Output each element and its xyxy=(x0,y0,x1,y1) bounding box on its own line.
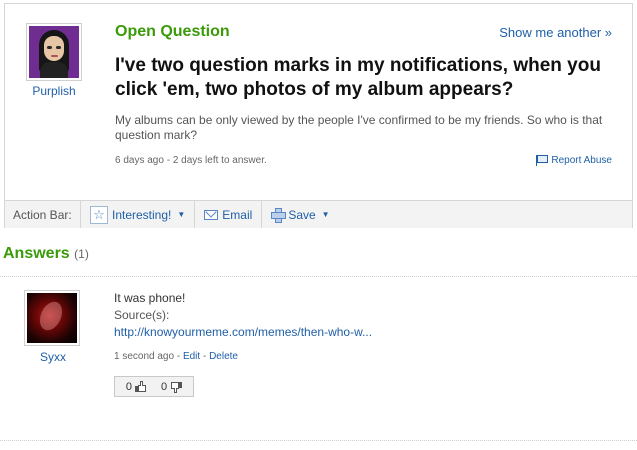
thumbs-up-count: 0 xyxy=(125,380,132,393)
avatar-eye-left xyxy=(47,46,52,49)
answer-source-link[interactable]: http://knowyourmeme.com/memes/then-who-w… xyxy=(114,325,372,339)
divider xyxy=(0,440,637,441)
answers-heading: Answers (1) xyxy=(3,245,89,263)
email-label: Email xyxy=(222,207,253,222)
star-icon: ☆ xyxy=(90,205,108,224)
question-type-label: Open Question xyxy=(115,23,230,40)
asker-avatar[interactable] xyxy=(26,23,82,81)
answerer-name[interactable]: Syxx xyxy=(14,350,92,364)
answer-meta: 1 second ago - Edit - Delete xyxy=(114,351,238,362)
chevron-down-icon: ▼ xyxy=(321,210,330,219)
action-bar: Action Bar: ☆ Interesting! ▼ Email Save … xyxy=(5,200,632,228)
answerer-avatar-image xyxy=(27,293,77,343)
email-button[interactable]: Email xyxy=(195,201,263,228)
thumbs-down-icon xyxy=(170,381,183,393)
answer-time: 1 second ago xyxy=(114,351,175,362)
report-abuse-label: Report Abuse xyxy=(551,155,612,166)
divider xyxy=(0,276,637,277)
avatar-body xyxy=(40,62,68,78)
envelope-icon xyxy=(204,209,219,220)
interesting-button[interactable]: ☆ Interesting! ▼ xyxy=(81,201,196,228)
thumbs-down-count: 0 xyxy=(161,380,168,393)
answer-text: It was phone! xyxy=(114,291,186,305)
chevron-down-icon: ▼ xyxy=(177,210,186,219)
question-title: I've two question marks in my notificati… xyxy=(115,55,601,100)
vote-box: 0 0 xyxy=(114,376,194,397)
flag-icon xyxy=(536,155,549,166)
answerer-avatar[interactable] xyxy=(24,290,80,346)
meta-separator: - xyxy=(174,351,183,362)
question-box: Purplish Open Question Show me another »… xyxy=(4,3,633,228)
avatar-eye-right xyxy=(56,46,61,49)
question-meta: 6 days ago - 2 days left to answer. xyxy=(115,155,267,166)
report-abuse-link[interactable]: Report Abuse xyxy=(536,155,612,166)
answers-count: (1) xyxy=(74,247,89,261)
answer-source-label: Source(s): xyxy=(114,308,170,322)
thumbs-up-icon xyxy=(135,380,147,393)
delete-link[interactable]: Delete xyxy=(209,351,238,362)
edit-link[interactable]: Edit xyxy=(183,351,200,362)
asker-avatar-image xyxy=(29,26,79,78)
plus-icon xyxy=(271,208,287,223)
action-bar-label: Action Bar: xyxy=(5,201,81,228)
interesting-label: Interesting! xyxy=(112,207,172,222)
meta-separator: - xyxy=(200,351,210,362)
asker-name[interactable]: Purplish xyxy=(15,84,93,98)
answers-title: Answers xyxy=(3,245,70,262)
save-label: Save xyxy=(288,207,316,222)
save-button[interactable]: Save ▼ xyxy=(262,201,338,228)
question-body: My albums can be only viewed by the peop… xyxy=(115,113,603,142)
avatar-mouth xyxy=(51,55,58,57)
thumbs-down-button[interactable]: 0 xyxy=(161,380,183,393)
thumbs-up-button[interactable]: 0 xyxy=(125,380,147,393)
show-another-link[interactable]: Show me another » xyxy=(499,25,612,40)
